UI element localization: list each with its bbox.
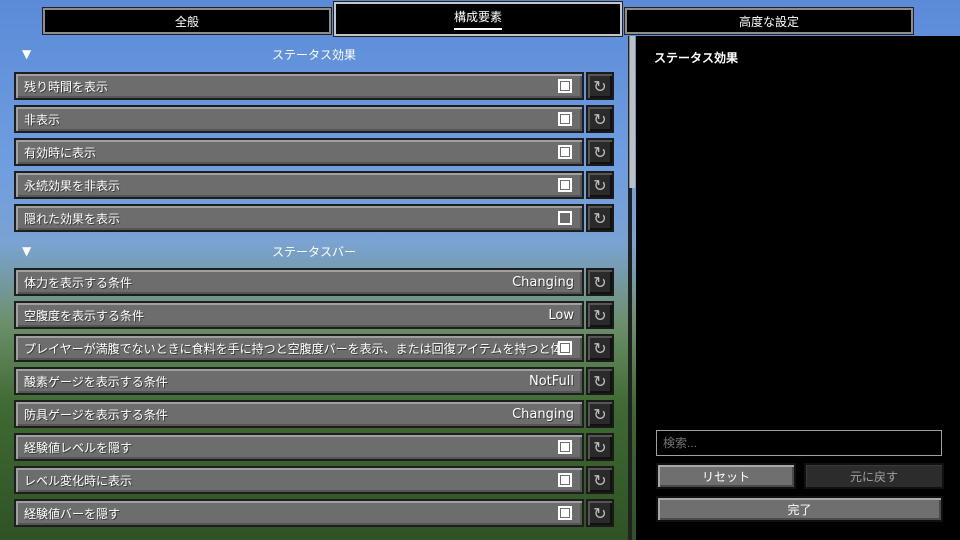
setting-row[interactable]: 防具ゲージを表示する条件 Changing <box>14 400 584 428</box>
tab-advanced-label: 高度な設定 <box>738 14 799 29</box>
setting-checkbox[interactable] <box>558 178 572 192</box>
tab-general-label: 全般 <box>174 14 199 29</box>
setting-row[interactable]: 経験値バーを隠す <box>14 499 584 527</box>
setting-checkbox[interactable] <box>558 79 572 93</box>
section-header[interactable]: ▼ ステータス効果 <box>14 43 614 65</box>
section-title: ステータスバー <box>271 244 356 259</box>
reset-button[interactable]: リセット <box>656 463 796 489</box>
setting-checkbox[interactable] <box>558 112 572 126</box>
setting-checkbox[interactable] <box>558 211 572 225</box>
setting-checkbox[interactable] <box>558 473 572 487</box>
reset-arrow-icon[interactable]: ↻ <box>586 268 614 296</box>
reset-arrow-icon[interactable]: ↻ <box>586 301 614 329</box>
setting-value[interactable]: Changing <box>512 275 574 290</box>
setting-value[interactable]: NotFull <box>529 374 574 389</box>
search-input[interactable] <box>656 430 942 456</box>
undo-button-label: 元に戻す <box>849 469 898 484</box>
setting-label: プレイヤーが満腹でないときに食料を手に持つと空腹度バーを表示、または回復アイテム… <box>24 341 558 356</box>
settings-list[interactable]: ▼ ステータス効果残り時間を表示 ↻ 非表示 ↻ 有効時に表示 ↻ 永続効果を非表示 ↻ 隠れた効… <box>0 36 630 540</box>
setting-checkbox[interactable] <box>558 506 572 520</box>
setting-label: 防具ゲージを表示する条件 <box>24 407 168 422</box>
setting-label: 永続効果を非表示 <box>24 178 121 193</box>
setting-checkbox[interactable] <box>558 145 572 159</box>
section-header[interactable]: ▼ ステータスバー <box>14 240 614 262</box>
reset-arrow-icon[interactable]: ↻ <box>586 105 614 133</box>
setting-row[interactable]: レベル変化時に表示 <box>14 466 584 494</box>
description-panel: ステータス効果 リセット 元に戻す 完了 <box>636 36 960 540</box>
setting-row[interactable]: 空腹度を表示する条件 Low <box>14 301 584 329</box>
reset-button-label: リセット <box>701 469 750 484</box>
tab-advanced[interactable]: 高度な設定 <box>624 7 914 35</box>
reset-arrow-icon[interactable]: ↻ <box>586 171 614 199</box>
setting-row[interactable]: 隠れた効果を表示 <box>14 204 584 232</box>
reset-arrow-icon[interactable]: ↻ <box>586 204 614 232</box>
tab-components[interactable]: 構成要素 <box>333 1 623 37</box>
tab-components-label: 構成要素 <box>453 8 502 30</box>
setting-row[interactable]: 経験値レベルを隠す <box>14 433 584 461</box>
setting-label: レベル変化時に表示 <box>24 473 133 488</box>
reset-arrow-icon[interactable]: ↻ <box>586 72 614 100</box>
reset-arrow-icon[interactable]: ↻ <box>586 334 614 362</box>
setting-row[interactable]: 残り時間を表示 <box>14 72 584 100</box>
setting-label: 残り時間を表示 <box>24 79 109 94</box>
reset-arrow-icon[interactable]: ↻ <box>586 367 614 395</box>
collapse-triangle-icon[interactable]: ▼ <box>22 47 31 61</box>
setting-row[interactable]: 体力を表示する条件 Changing <box>14 268 584 296</box>
setting-value[interactable]: Low <box>548 308 574 323</box>
setting-label: 経験値レベルを隠す <box>24 440 133 455</box>
setting-label: 非表示 <box>24 112 61 127</box>
done-button[interactable]: 完了 <box>656 496 943 522</box>
setting-row[interactable]: 非表示 <box>14 105 584 133</box>
tab-general[interactable]: 全般 <box>42 7 332 35</box>
reset-arrow-icon[interactable]: ↻ <box>586 433 614 461</box>
setting-label: 空腹度を表示する条件 <box>24 308 145 323</box>
done-button-label: 完了 <box>787 502 812 517</box>
setting-row[interactable]: 永続効果を非表示 <box>14 171 584 199</box>
setting-label: 酸素ゲージを表示する条件 <box>24 374 168 389</box>
setting-label: 有効時に表示 <box>24 145 97 160</box>
reset-arrow-icon[interactable]: ↻ <box>586 466 614 494</box>
reset-arrow-icon[interactable]: ↻ <box>586 400 614 428</box>
setting-label: 隠れた効果を表示 <box>24 211 121 226</box>
setting-row[interactable]: プレイヤーが満腹でないときに食料を手に持つと空腹度バーを表示、または回復アイテム… <box>14 334 584 362</box>
scrollbar-thumb[interactable] <box>629 36 635 188</box>
setting-label: 経験値バーを隠す <box>24 506 121 521</box>
setting-value[interactable]: Changing <box>512 407 574 422</box>
collapse-triangle-icon[interactable]: ▼ <box>22 244 31 258</box>
setting-row[interactable]: 有効時に表示 <box>14 138 584 166</box>
setting-row[interactable]: 酸素ゲージを表示する条件 NotFull <box>14 367 584 395</box>
description-title: ステータス効果 <box>654 51 739 65</box>
setting-checkbox[interactable] <box>558 341 572 355</box>
undo-button[interactable]: 元に戻す <box>804 463 944 489</box>
reset-arrow-icon[interactable]: ↻ <box>586 138 614 166</box>
tab-bar: 全般 構成要素 高度な設定 <box>0 0 960 37</box>
section-title: ステータス効果 <box>271 47 356 62</box>
reset-arrow-icon[interactable]: ↻ <box>586 499 614 527</box>
setting-checkbox[interactable] <box>558 440 572 454</box>
setting-label: 体力を表示する条件 <box>24 275 133 290</box>
